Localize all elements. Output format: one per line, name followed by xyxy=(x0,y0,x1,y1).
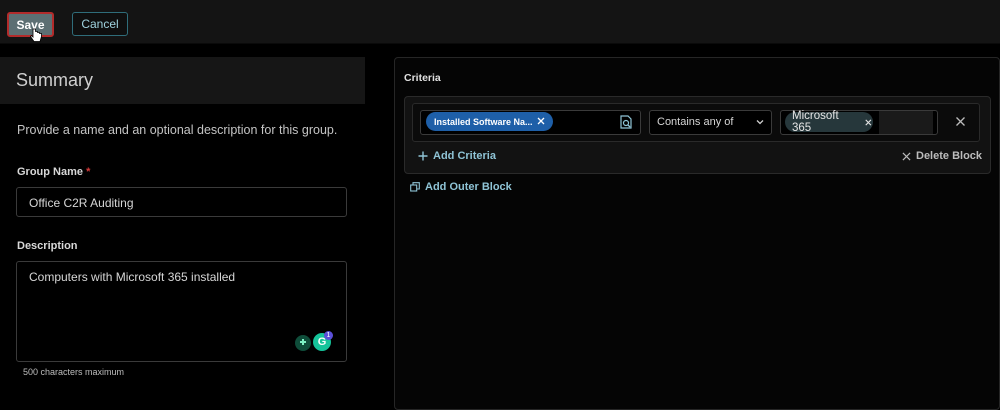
remove-field-chip-icon[interactable] xyxy=(536,116,546,126)
summary-title: Summary xyxy=(16,70,94,90)
add-outer-block-button[interactable]: Add Outer Block xyxy=(410,181,512,193)
max-chars-note: 500 characters maximum xyxy=(23,367,125,377)
remove-value-chip-icon[interactable] xyxy=(864,118,873,127)
criteria-title: Criteria xyxy=(404,72,441,84)
plus-icon xyxy=(418,151,428,161)
hand-cursor-icon xyxy=(30,28,42,42)
add-criteria-button[interactable]: Add Criteria xyxy=(418,150,496,162)
field-chip-label: Installed Software Na... xyxy=(434,116,533,127)
cancel-button[interactable]: Cancel xyxy=(72,12,128,36)
close-icon[interactable] xyxy=(955,116,966,127)
delete-block-button[interactable]: Delete Block xyxy=(902,150,982,162)
close-icon xyxy=(902,151,911,161)
ai-assist-icon[interactable] xyxy=(295,335,311,351)
value-chip[interactable]: Microsoft 365 xyxy=(785,110,873,134)
value-chip-label: Microsoft 365 xyxy=(792,110,839,134)
add-criteria-label: Add Criteria xyxy=(433,150,496,162)
toolbar xyxy=(0,0,1000,44)
notification-badge: 1 xyxy=(324,331,333,340)
add-outer-block-label: Add Outer Block xyxy=(425,181,512,193)
search-lookup-icon[interactable] xyxy=(618,114,634,130)
summary-help-text: Provide a name and an optional descripti… xyxy=(17,123,338,137)
delete-block-label: Delete Block xyxy=(916,150,983,162)
chevron-down-icon xyxy=(756,120,764,125)
description-label: Description xyxy=(17,240,78,252)
value-text-entry[interactable] xyxy=(879,111,933,134)
group-name-field[interactable]: Office C2R Auditing xyxy=(16,187,347,217)
operator-select[interactable]: Contains any of xyxy=(649,110,772,135)
required-mark: * xyxy=(86,166,91,178)
field-chip[interactable]: Installed Software Na... xyxy=(426,112,553,131)
group-name-label: Group Name * xyxy=(17,166,91,178)
nested-blocks-icon xyxy=(410,182,420,192)
